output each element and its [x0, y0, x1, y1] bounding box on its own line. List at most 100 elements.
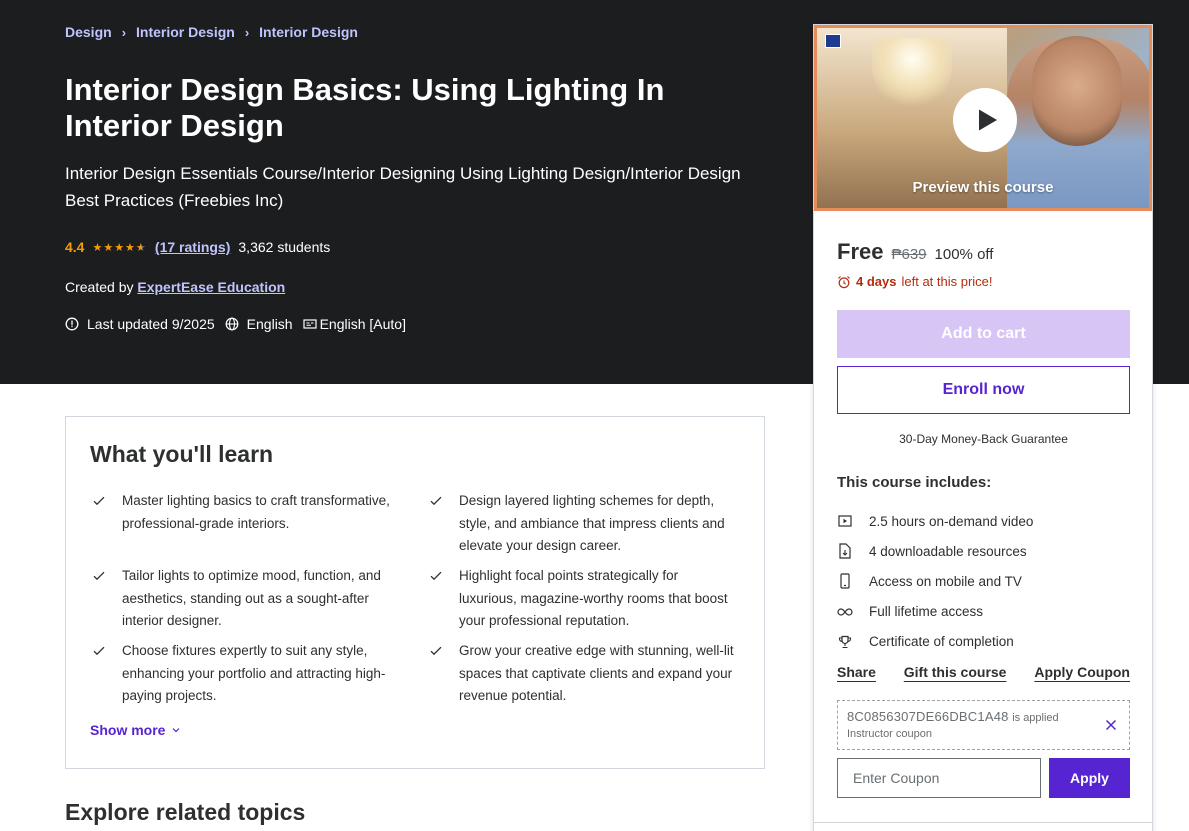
enroll-now-button[interactable]: Enroll now: [837, 366, 1130, 414]
breadcrumb-interior-design[interactable]: Interior Design: [136, 24, 235, 40]
timer-days: 4 days: [856, 274, 897, 289]
card-links: Share Gift this course Apply Coupon: [837, 664, 1130, 680]
card-divider: [814, 822, 1152, 823]
video-icon: [837, 513, 853, 529]
infinity-icon: [837, 604, 853, 620]
timer-text: left at this price!: [901, 274, 993, 289]
gift-course-link[interactable]: Gift this course: [904, 664, 1007, 680]
learn-item: Choose fixtures expertly to suit any sty…: [90, 640, 427, 707]
related-topics-title: Explore related topics: [65, 799, 306, 825]
play-icon: [978, 109, 997, 131]
price-timer: 4 days left at this price!: [837, 274, 993, 289]
learn-item-text: Highlight focal points strategically for…: [459, 568, 728, 628]
add-to-cart-button[interactable]: Add to cart: [837, 310, 1130, 358]
learn-item-text: Master lighting basics to craft transfor…: [122, 493, 390, 531]
check-icon: [427, 642, 445, 660]
learn-item: Tailor lights to optimize mood, function…: [90, 565, 427, 632]
learn-item-text: Tailor lights to optimize mood, function…: [122, 568, 381, 628]
rating-value: 4.4: [65, 239, 85, 255]
instructor-link[interactable]: ExpertEase Education: [137, 279, 285, 295]
check-icon: [90, 642, 108, 660]
star-rating-icon: ★★★★★★: [92, 241, 145, 254]
show-more-label: Show more: [90, 722, 166, 738]
includes-item-label: Access on mobile and TV: [869, 573, 1022, 589]
includes-item: 4 downloadable resources: [837, 536, 1130, 566]
captions-text: English [Auto]: [319, 316, 406, 332]
created-by-label: Created by: [65, 279, 134, 295]
price-current: Free: [837, 239, 884, 264]
language: English: [225, 316, 293, 332]
rating-row: 4.4 ★★★★★★ (17 ratings) 3,362 students: [65, 239, 330, 255]
course-meta: Last updated 9/2025 English English [Aut…: [65, 316, 406, 332]
coupon-input[interactable]: [837, 758, 1041, 798]
includes-item: Certificate of completion: [837, 627, 1130, 657]
instructor-head-image: [1032, 36, 1122, 146]
remove-coupon-button[interactable]: [1103, 717, 1119, 733]
download-file-icon: [837, 543, 853, 559]
check-icon: [427, 492, 445, 510]
alert-badge-icon: [65, 317, 79, 331]
learn-item-text: Choose fixtures expertly to suit any sty…: [122, 643, 386, 703]
chevron-right-icon: ›: [244, 24, 250, 40]
coupon-applied-text: is applied: [1012, 712, 1059, 724]
check-icon: [427, 567, 445, 585]
course-preview[interactable]: Preview this course: [814, 25, 1152, 211]
share-link[interactable]: Share: [837, 664, 876, 680]
learn-item: Master lighting basics to craft transfor…: [90, 490, 427, 557]
chevron-right-icon: ›: [121, 24, 127, 40]
course-title: Interior Design Basics: Using Lighting I…: [65, 72, 665, 143]
breadcrumb-interior-design-sub[interactable]: Interior Design: [259, 24, 358, 40]
what-you-learn-title: What you'll learn: [90, 441, 274, 467]
coupon-type: Instructor coupon: [847, 728, 932, 740]
coupon-code-line: 8C0856307DE66DBC1A48 is applied: [847, 709, 1120, 724]
check-icon: [90, 492, 108, 510]
language-text: English: [246, 316, 293, 332]
mobile-icon: [837, 573, 853, 590]
what-you-learn-section: What you'll learn Master lighting basics…: [65, 416, 765, 769]
last-updated: Last updated 9/2025: [65, 316, 215, 332]
includes-item-label: 2.5 hours on-demand video: [869, 513, 1034, 529]
course-subtitle: Interior Design Essentials Course/Interi…: [65, 164, 741, 210]
price-row: Free ₱639 100% off: [837, 239, 993, 265]
breadcrumb-design[interactable]: Design: [65, 24, 112, 40]
learn-item: Grow your creative edge with stunning, w…: [427, 640, 742, 707]
coupon-code: 8C0856307DE66DBC1A48: [847, 709, 1009, 724]
includes-item: Access on mobile and TV: [837, 566, 1130, 596]
preview-label: Preview this course: [912, 179, 1054, 196]
last-updated-text: Last updated 9/2025: [87, 316, 215, 332]
breadcrumb: Design › Interior Design › Interior Desi…: [65, 24, 358, 40]
learn-item: Highlight focal points strategically for…: [427, 565, 742, 632]
chevron-down-icon: [171, 722, 181, 738]
includes-title: This course includes:: [837, 474, 992, 491]
close-icon: [1105, 719, 1117, 731]
includes-item-label: 4 downloadable resources: [869, 543, 1027, 559]
created-by: Created by ExpertEase Education: [65, 279, 285, 295]
globe-icon: [225, 317, 239, 331]
alarm-clock-icon: [837, 275, 851, 289]
includes-item-label: Full lifetime access: [869, 604, 984, 620]
learn-item-text: Design layered lighting schemes for dept…: [459, 493, 725, 553]
play-button[interactable]: [953, 88, 1017, 152]
purchase-card: Preview this course Free ₱639 100% off 4…: [813, 24, 1153, 831]
closed-captions-icon: [302, 317, 317, 331]
apply-coupon-link[interactable]: Apply Coupon: [1034, 664, 1130, 680]
money-back-guarantee: 30-Day Money-Back Guarantee: [899, 432, 1068, 446]
includes-item: 2.5 hours on-demand video: [837, 506, 1130, 536]
captions: English [Auto]: [302, 316, 406, 332]
learn-item-text: Grow your creative edge with stunning, w…: [459, 643, 734, 703]
check-icon: [90, 567, 108, 585]
price-original: ₱639: [891, 246, 927, 263]
apply-coupon-button[interactable]: Apply: [1049, 758, 1130, 798]
trophy-icon: [837, 634, 853, 650]
learn-objectives: Master lighting basics to craft transfor…: [90, 490, 742, 707]
ratings-count-link[interactable]: (17 ratings): [155, 239, 230, 255]
learn-item: Design layered lighting schemes for dept…: [427, 490, 742, 557]
includes-item-label: Certificate of completion: [869, 634, 1014, 650]
includes-item: Full lifetime access: [837, 597, 1130, 627]
students-count: 3,362 students: [238, 239, 331, 255]
price-discount: 100% off: [934, 246, 994, 263]
show-more-button[interactable]: Show more: [90, 722, 181, 738]
applied-coupon: 8C0856307DE66DBC1A48 is applied Instruct…: [837, 700, 1130, 750]
includes-list: 2.5 hours on-demand video 4 downloadable…: [837, 506, 1130, 657]
flag-icon: [825, 34, 841, 48]
